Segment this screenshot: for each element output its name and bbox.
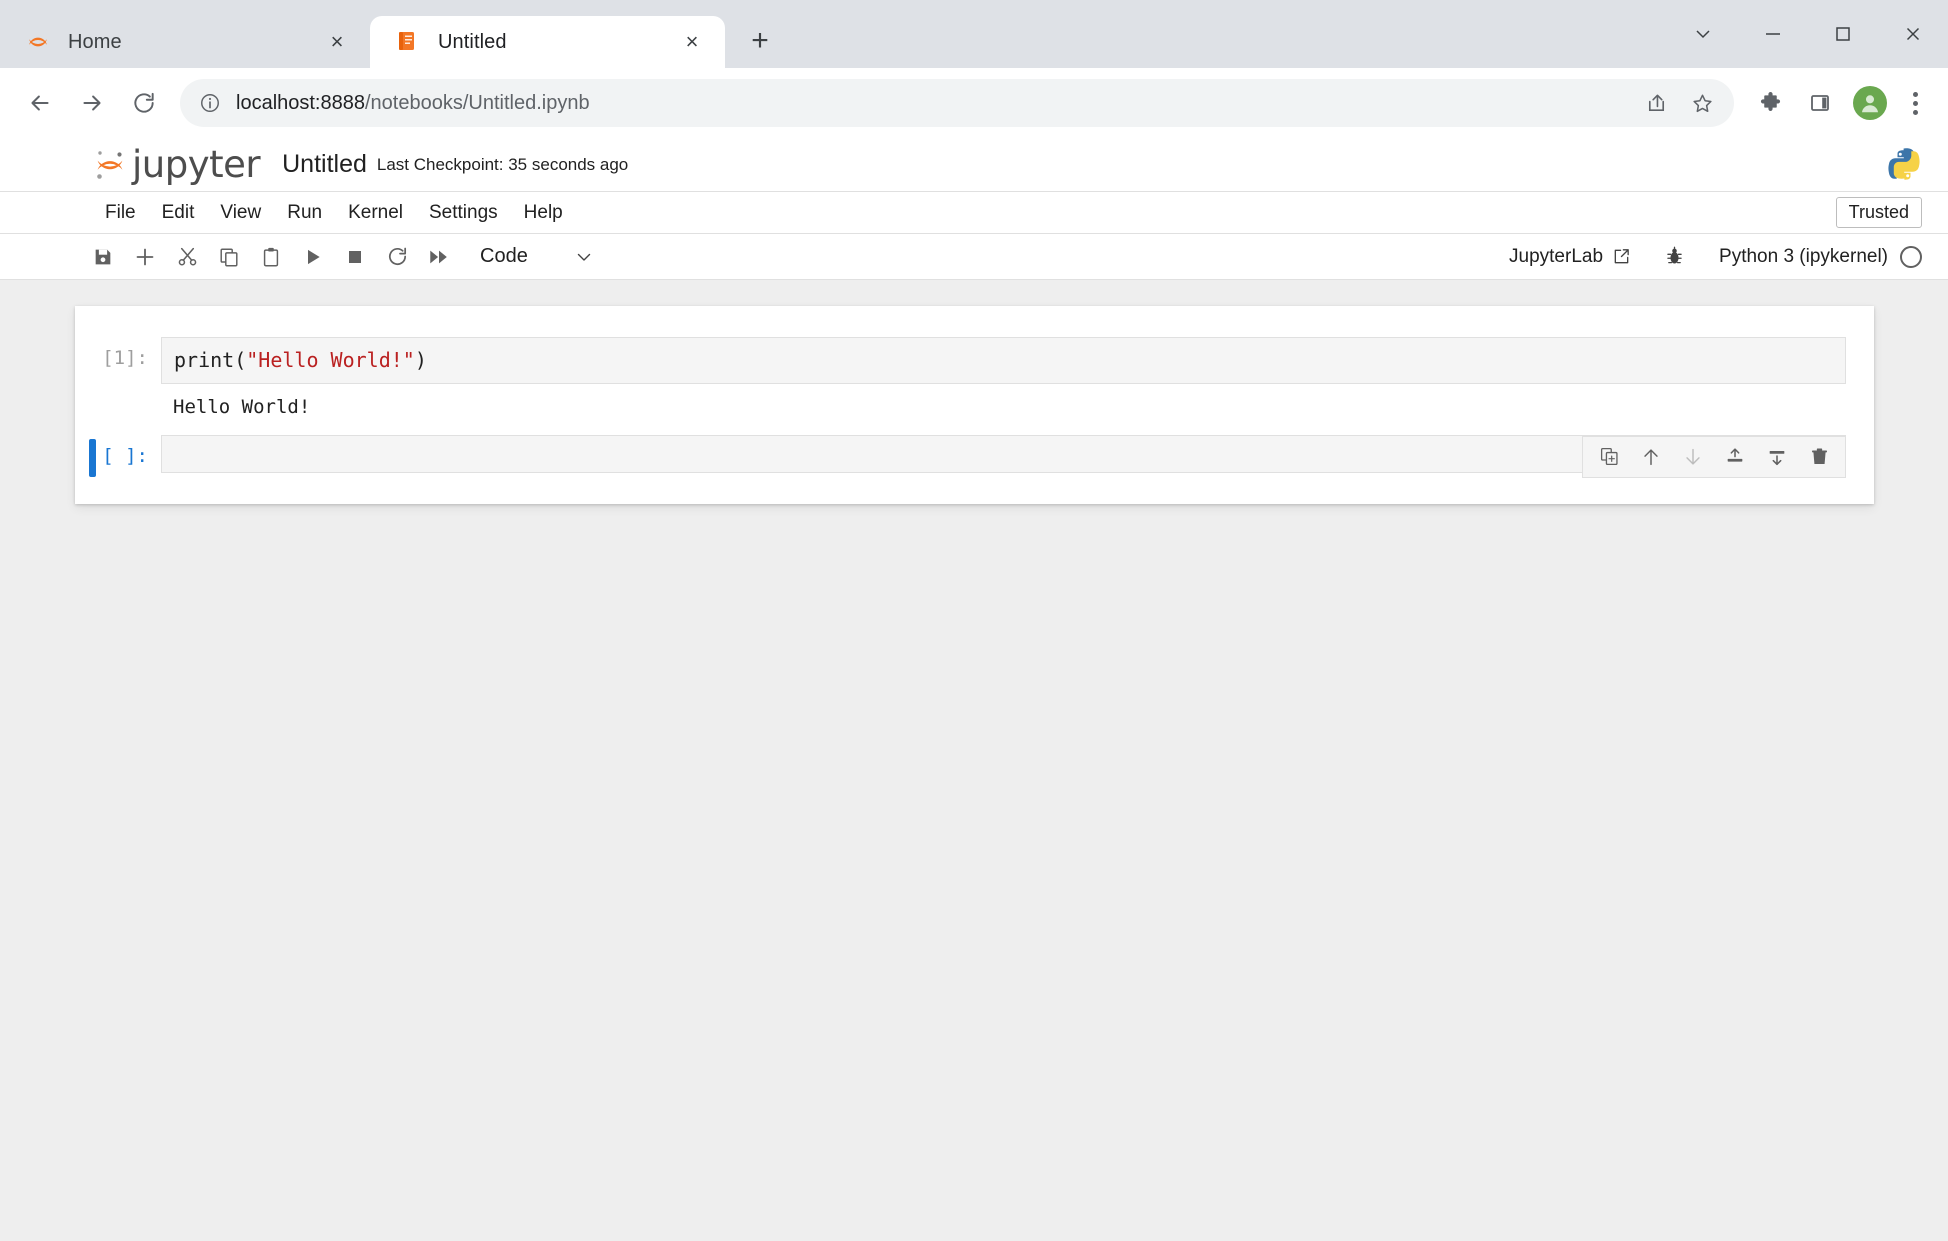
puzzle-extensions-icon[interactable] bbox=[1748, 81, 1792, 125]
jupyter-wordmark: jupyter bbox=[132, 146, 260, 183]
bookmark-star-icon[interactable] bbox=[1680, 81, 1724, 125]
code-token-call: print( bbox=[174, 348, 246, 372]
new-tab-button[interactable]: + bbox=[737, 18, 783, 64]
jupyter-header: jupyter Untitled Last Checkpoint: 35 sec… bbox=[0, 138, 1948, 192]
info-circle-icon[interactable] bbox=[196, 89, 224, 117]
cell-body: print("Hello World!") Hello World! bbox=[161, 337, 1846, 425]
menu-item-settings[interactable]: Settings bbox=[416, 198, 511, 228]
cell-prompt: [ ]: bbox=[75, 435, 161, 467]
browser-tab-home[interactable]: Home × bbox=[0, 16, 370, 68]
active-cell-indicator bbox=[89, 439, 96, 477]
plus-icon[interactable] bbox=[124, 239, 166, 275]
last-checkpoint-text: Last Checkpoint: 35 seconds ago bbox=[377, 155, 628, 175]
cell-action-toolbar bbox=[1582, 436, 1846, 478]
close-icon[interactable]: × bbox=[320, 25, 354, 59]
jupyter-circle-icon bbox=[26, 30, 50, 54]
insert-below-icon[interactable] bbox=[1757, 440, 1797, 474]
code-token-paren: ) bbox=[415, 348, 427, 372]
url-path: /notebooks/Untitled.ipynb bbox=[365, 92, 590, 114]
toolbar-right-group: JupyterLab Python 3 (ipyke bbox=[1501, 239, 1922, 275]
arrow-up-icon[interactable] bbox=[1631, 440, 1671, 474]
cell-type-select[interactable]: Code bbox=[474, 242, 600, 271]
tab-search-chevron-down-icon[interactable] bbox=[1668, 0, 1738, 68]
scissors-icon[interactable] bbox=[166, 239, 208, 275]
side-panel-icon[interactable] bbox=[1798, 81, 1842, 125]
notebook-cell[interactable]: [1]: print("Hello World!") Hello World! bbox=[75, 332, 1874, 430]
menu-item-file[interactable]: File bbox=[92, 198, 149, 228]
fast-forward-icon[interactable] bbox=[418, 239, 460, 275]
menu-item-view[interactable]: View bbox=[207, 198, 274, 228]
browser-window: Home × Untitled × + bbox=[0, 0, 1948, 1241]
clipboard-icon[interactable] bbox=[250, 239, 292, 275]
open-in-jupyterlab-button[interactable]: JupyterLab bbox=[1501, 242, 1639, 272]
browser-extension-actions bbox=[1748, 81, 1932, 125]
share-icon[interactable] bbox=[1634, 81, 1678, 125]
jupyter-logo[interactable]: jupyter bbox=[92, 146, 260, 183]
code-token-string: "Hello World!" bbox=[246, 348, 415, 372]
window-controls bbox=[1668, 0, 1948, 68]
menu-item-edit[interactable]: Edit bbox=[149, 198, 208, 228]
jupyter-toolbar: Code JupyterLab bbox=[0, 234, 1948, 280]
close-icon[interactable]: × bbox=[675, 25, 709, 59]
arrow-down-icon[interactable] bbox=[1673, 440, 1713, 474]
kebab-menu-icon[interactable] bbox=[1898, 81, 1932, 125]
menu-item-run[interactable]: Run bbox=[274, 198, 335, 228]
bug-icon[interactable] bbox=[1653, 239, 1695, 275]
reload-icon[interactable] bbox=[120, 79, 168, 127]
jupyter-menu-bar: File Edit View Run Kernel Settings Help … bbox=[0, 192, 1948, 234]
trusted-badge[interactable]: Trusted bbox=[1836, 197, 1922, 228]
jupyter-mark-icon bbox=[92, 147, 128, 183]
forward-arrow-icon[interactable] bbox=[68, 79, 116, 127]
browser-tab-title: Home bbox=[68, 31, 310, 54]
notebook-cell[interactable]: [ ]: bbox=[75, 430, 1874, 478]
restart-arrow-icon[interactable] bbox=[376, 239, 418, 275]
window-close-icon[interactable] bbox=[1878, 0, 1948, 68]
address-bar[interactable]: localhost:8888/notebooks/Untitled.ipynb bbox=[180, 79, 1734, 127]
cell-prompt: [1]: bbox=[75, 337, 161, 369]
duplicate-icon[interactable] bbox=[1589, 440, 1629, 474]
jupyter-notebook-page: jupyter Untitled Last Checkpoint: 35 sec… bbox=[0, 138, 1948, 1241]
browser-tab-title: Untitled bbox=[438, 31, 665, 54]
notebook-title[interactable]: Untitled bbox=[282, 150, 367, 179]
notebook-panel: [1]: print("Hello World!") Hello World! … bbox=[75, 306, 1874, 504]
play-icon[interactable] bbox=[292, 239, 334, 275]
trash-icon[interactable] bbox=[1799, 440, 1839, 474]
save-icon[interactable] bbox=[82, 239, 124, 275]
browser-tab-untitled[interactable]: Untitled × bbox=[370, 16, 725, 68]
jupyter-header-right bbox=[1886, 147, 1922, 183]
profile-avatar[interactable] bbox=[1853, 86, 1887, 120]
back-arrow-icon[interactable] bbox=[16, 79, 64, 127]
chevron-down-icon bbox=[574, 247, 594, 267]
jupyterlab-label: JupyterLab bbox=[1509, 246, 1603, 268]
external-link-icon bbox=[1612, 247, 1631, 266]
python-logo bbox=[1886, 147, 1922, 183]
stop-square-icon[interactable] bbox=[334, 239, 376, 275]
notebook-scroll-area: [1]: print("Hello World!") Hello World! … bbox=[0, 280, 1948, 1241]
insert-above-icon[interactable] bbox=[1715, 440, 1755, 474]
kernel-idle-circle-icon[interactable] bbox=[1900, 246, 1922, 268]
minimize-icon[interactable] bbox=[1738, 0, 1808, 68]
url-host: localhost:8888 bbox=[236, 92, 365, 114]
cell-output-stream: Hello World! bbox=[161, 384, 1846, 425]
kernel-name-label[interactable]: Python 3 (ipykernel) bbox=[1719, 246, 1888, 268]
omnibox-actions bbox=[1634, 81, 1724, 125]
maximize-icon[interactable] bbox=[1808, 0, 1878, 68]
notebook-book-icon bbox=[396, 30, 420, 54]
browser-tab-strip: Home × Untitled × + bbox=[0, 0, 1948, 68]
cell-type-value: Code bbox=[480, 245, 528, 268]
url-text[interactable]: localhost:8888/notebooks/Untitled.ipynb bbox=[236, 92, 1634, 115]
cell-code-editor[interactable]: print("Hello World!") bbox=[161, 337, 1846, 384]
browser-navigation-bar: localhost:8888/notebooks/Untitled.ipynb bbox=[0, 68, 1948, 138]
menu-item-help[interactable]: Help bbox=[511, 198, 576, 228]
menu-item-kernel[interactable]: Kernel bbox=[335, 198, 416, 228]
copy-icon[interactable] bbox=[208, 239, 250, 275]
